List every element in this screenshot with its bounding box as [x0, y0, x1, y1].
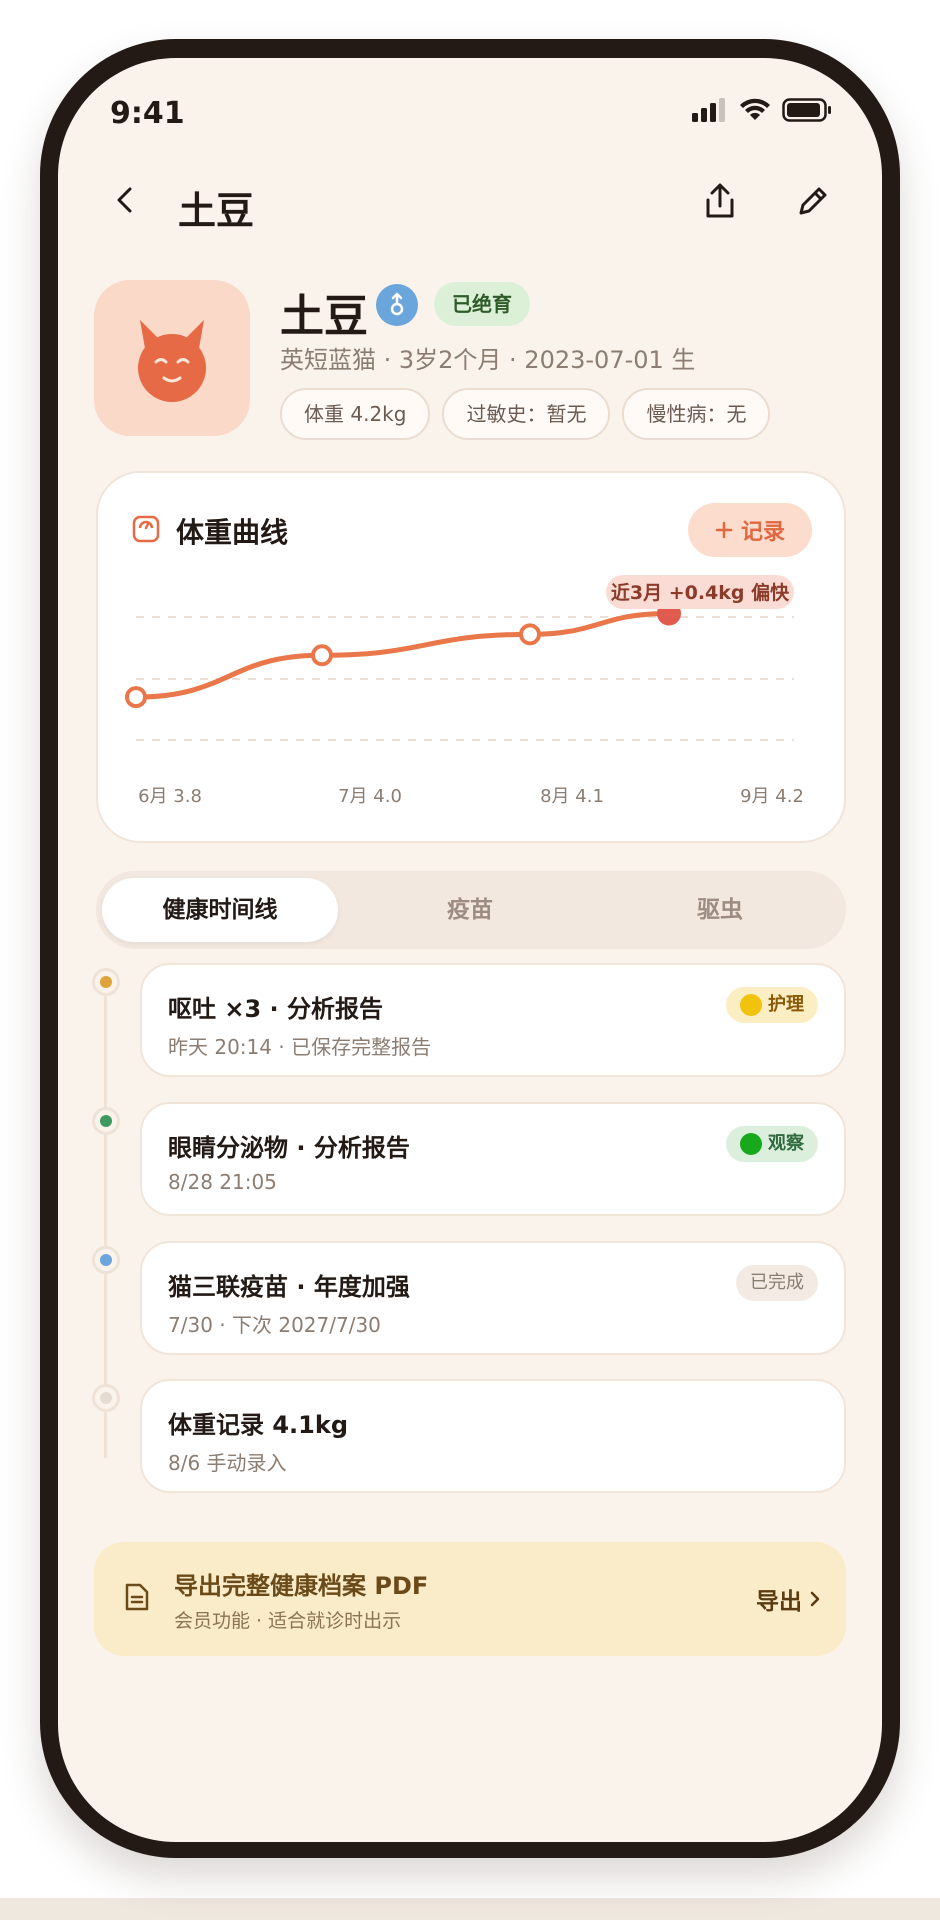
page-bottom-strip [0, 1898, 940, 1920]
observe-badge-label: 观察 [768, 1133, 804, 1154]
edit-icon[interactable] [796, 184, 830, 218]
care-badge: 护理 [726, 987, 818, 1023]
timeline-subtitle: 8/6 手动录入 [168, 1451, 287, 1475]
trend-annotation-label: 近3月 +0.4kg 偏快 [611, 581, 790, 604]
status-icons [692, 98, 832, 122]
weight-chip[interactable]: 体重 4.2kg [280, 388, 431, 440]
weight-point [519, 623, 541, 646]
x-tick-label: 6月 3.8 [138, 786, 202, 807]
x-tick-label: 8月 4.1 [540, 786, 604, 807]
completed-badge: 已完成 [736, 1265, 818, 1301]
chronic-disease-chip[interactable]: 慢性病：无 [622, 388, 771, 440]
back-icon[interactable] [110, 185, 140, 215]
chevron-right-icon [810, 1591, 820, 1607]
weight-chart-card: 体重曲线 记录 近3月 +0.4kg 偏快 6月 3.8 7月 4.0 8月 4.1 9… [96, 471, 846, 843]
timeline-dot [92, 1384, 120, 1412]
timeline-subtitle: 昨天 20:14 · 已保存完整报告 [168, 1035, 432, 1059]
phone-screen: 9:41 土豆 土豆 已绝育 英短蓝猫 · 3岁2个月 · 2023-07-01… [58, 58, 882, 1842]
timeline-card-vomit[interactable]: 呕吐 ×3 · 分析报告 昨天 20:14 · 已保存完整报告 护理 [140, 963, 846, 1077]
weight-point [311, 644, 333, 667]
page-title: 土豆 [178, 189, 255, 233]
export-button[interactable]: 导出 [756, 1582, 820, 1616]
timeline-card-vaccine[interactable]: 猫三联疫苗 · 年度加强 7/30 · 下次 2027/7/30 已完成 [140, 1241, 846, 1355]
yellow-circle-icon [740, 994, 762, 1016]
timeline-subtitle: 8/28 21:05 [168, 1170, 277, 1194]
tab-vaccine[interactable]: 疫苗 [352, 878, 588, 942]
export-pdf-banner[interactable]: 导出完整健康档案 PDF 会员功能 · 适合就诊时出示 导出 [94, 1542, 846, 1656]
export-title: 导出完整健康档案 PDF [174, 1572, 429, 1600]
neuter-badge: 已绝育 [434, 282, 530, 326]
document-icon [125, 1583, 149, 1611]
weight-series-line [133, 610, 672, 700]
record-tabs: 健康时间线 疫苗 驱虫 [96, 871, 846, 949]
weight-point [125, 686, 147, 709]
green-circle-icon [740, 1133, 762, 1155]
export-subtitle: 会员功能 · 适合就诊时出示 [174, 1610, 402, 1632]
export-button-label: 导出 [756, 1589, 802, 1615]
pet-meta: 英短蓝猫 · 3岁2个月 · 2023-07-01 生 [280, 346, 696, 374]
timeline-title: 猫三联疫苗 · 年度加强 [168, 1273, 410, 1301]
battery-icon [782, 98, 831, 122]
timeline-subtitle: 7/30 · 下次 2027/7/30 [168, 1313, 381, 1337]
status-time: 9:41 [110, 96, 185, 131]
weight-chart: 近3月 +0.4kg 偏快 6月 3.8 7月 4.0 8月 4.1 9月 4.2 [125, 575, 804, 807]
allergy-chip[interactable]: 过敏史：暂无 [442, 388, 611, 440]
observe-badge: 观察 [726, 1126, 818, 1162]
male-gender-icon [376, 284, 418, 326]
pet-chips: 体重 4.2kg 过敏史：暂无 慢性病：无 [280, 388, 771, 440]
tab-health-timeline[interactable]: 健康时间线 [102, 878, 338, 942]
timeline-card-weight[interactable]: 体重记录 4.1kg 8/6 手动录入 [140, 1379, 846, 1493]
timeline-dot [92, 968, 120, 996]
pet-avatar[interactable] [94, 280, 250, 436]
timeline-dot [92, 1246, 120, 1274]
share-icon[interactable] [702, 182, 738, 220]
timeline-title: 呕吐 ×3 · 分析报告 [168, 995, 383, 1023]
timeline-dot [92, 1107, 120, 1135]
timeline-card-eye-discharge[interactable]: 眼睛分泌物 · 分析报告 8/28 21:05 观察 [140, 1102, 846, 1216]
timeline-title: 体重记录 4.1kg [168, 1411, 349, 1439]
wifi-icon [740, 98, 770, 120]
timeline-title: 眼睛分泌物 · 分析报告 [168, 1134, 410, 1162]
pet-name: 土豆 [280, 291, 368, 342]
cat-face-icon [138, 320, 206, 402]
care-badge-label: 护理 [768, 994, 804, 1015]
tab-deworming[interactable]: 驱虫 [602, 878, 838, 942]
signal-icon [692, 98, 725, 122]
x-tick-label: 9月 4.2 [740, 786, 804, 807]
x-tick-label: 7月 4.0 [338, 786, 402, 807]
